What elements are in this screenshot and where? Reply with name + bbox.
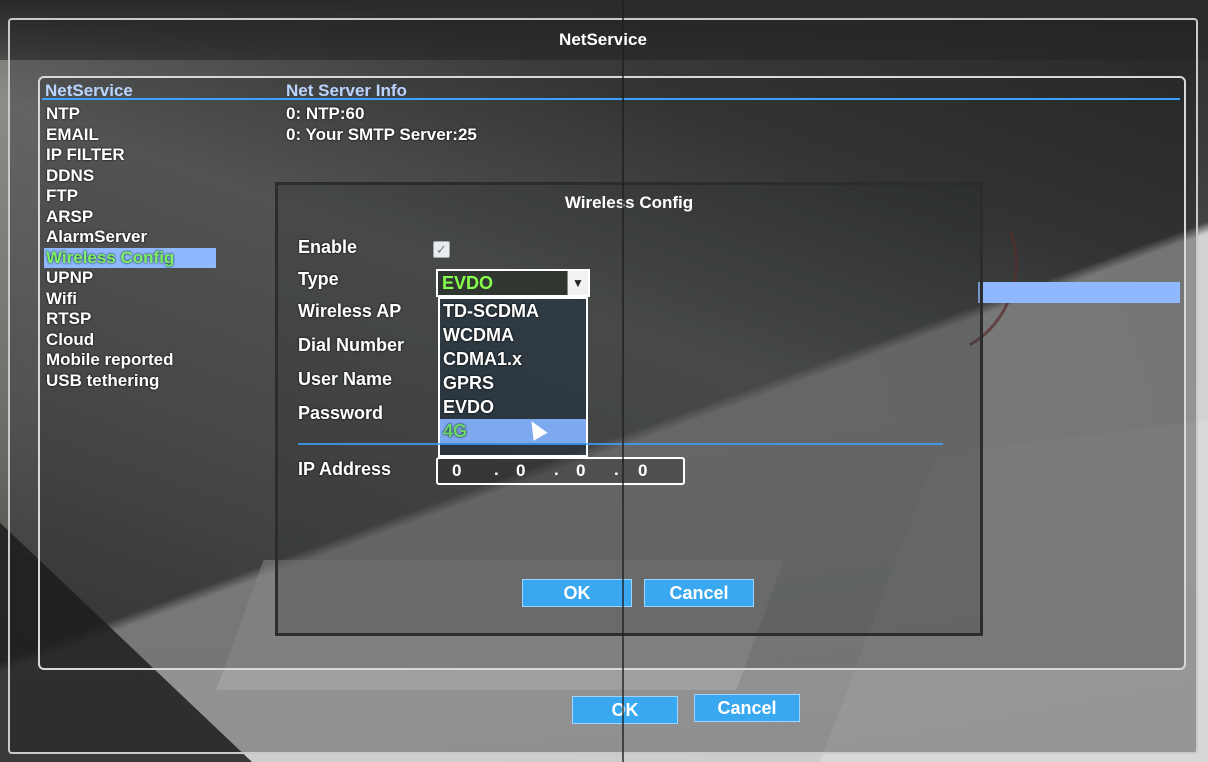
wireless-ap-label: Wireless AP bbox=[298, 301, 402, 321]
list-item-ddns[interactable]: DDNS bbox=[44, 166, 294, 187]
list-item-rtsp[interactable]: RTSP bbox=[44, 309, 294, 330]
type-option-cdma1x[interactable]: CDMA1.x bbox=[440, 347, 586, 371]
service-list: NTP EMAIL IP FILTER DDNS FTP ARSP AlarmS… bbox=[44, 104, 294, 391]
type-option-td-scdma[interactable]: TD-SCDMA bbox=[440, 299, 586, 323]
ip-address-label: IP Address bbox=[298, 459, 392, 479]
type-label: Type bbox=[298, 269, 339, 289]
list-item-arsp[interactable]: ARSP bbox=[44, 207, 294, 228]
ip-octet-1[interactable]: 0 bbox=[452, 461, 461, 481]
background-pole bbox=[622, 0, 624, 762]
ip-dot: . bbox=[614, 460, 619, 479]
list-item-usb-tethering[interactable]: USB tethering bbox=[44, 371, 294, 392]
server-info-email: 0: Your SMTP Server:25 bbox=[286, 125, 477, 144]
list-item-mobile-reported[interactable]: Mobile reported bbox=[44, 350, 294, 371]
selected-row-highlight bbox=[978, 282, 1180, 303]
ip-dot: . bbox=[554, 460, 559, 479]
ip-dot: . bbox=[494, 460, 499, 479]
ip-octet-3[interactable]: 0 bbox=[576, 461, 585, 481]
type-option-wcdma[interactable]: WCDMA bbox=[440, 323, 586, 347]
enable-checkbox[interactable]: ✓ bbox=[433, 241, 450, 258]
enable-label: Enable bbox=[298, 237, 358, 257]
cancel-button[interactable]: Cancel bbox=[694, 694, 800, 722]
dialog-title: Wireless Config bbox=[564, 193, 694, 212]
list-item-cloud[interactable]: Cloud bbox=[44, 330, 294, 351]
list-item-alarmserver[interactable]: AlarmServer bbox=[44, 227, 294, 248]
list-item-ntp[interactable]: NTP bbox=[44, 104, 294, 125]
list-item-ip-filter[interactable]: IP FILTER bbox=[44, 145, 294, 166]
netservice-window: NetService NetService Net Server Info NT… bbox=[8, 18, 1198, 754]
wireless-config-dialog: Wireless Config Enable ✓ Type EVDO ▼ Wir… bbox=[275, 182, 983, 636]
ip-octet-4[interactable]: 0 bbox=[638, 461, 647, 481]
chevron-down-icon[interactable]: ▼ bbox=[567, 271, 588, 295]
header-divider bbox=[42, 98, 1180, 100]
dialog-divider bbox=[298, 443, 943, 445]
type-option-evdo[interactable]: EVDO bbox=[440, 395, 586, 419]
list-item-email[interactable]: EMAIL bbox=[44, 125, 294, 146]
type-dropdown-list: TD-SCDMA WCDMA CDMA1.x GPRS EVDO 4G bbox=[438, 297, 588, 457]
dialog-ok-button[interactable]: OK bbox=[522, 579, 632, 607]
dial-number-label: Dial Number bbox=[298, 335, 405, 355]
list-item-ftp[interactable]: FTP bbox=[44, 186, 294, 207]
list-item-wifi[interactable]: Wifi bbox=[44, 289, 294, 310]
list-item-upnp[interactable]: UPNP bbox=[44, 268, 294, 289]
user-name-label: User Name bbox=[298, 369, 393, 389]
checkmark-icon: ✓ bbox=[436, 242, 447, 257]
type-option-4g[interactable]: 4G bbox=[440, 419, 586, 443]
password-label: Password bbox=[298, 403, 384, 423]
dialog-cancel-button[interactable]: Cancel bbox=[644, 579, 754, 607]
type-select-value: EVDO bbox=[442, 273, 494, 293]
ip-octet-2[interactable]: 0 bbox=[516, 461, 525, 481]
ip-address-input[interactable]: 0 . 0 . 0 . 0 bbox=[436, 457, 685, 485]
server-info-ntp: 0: NTP:60 bbox=[286, 104, 365, 123]
ok-button[interactable]: OK bbox=[572, 696, 678, 724]
list-item-wireless-config[interactable]: Wireless Config bbox=[44, 247, 216, 268]
type-select[interactable]: EVDO ▼ bbox=[436, 269, 590, 297]
window-title: NetService bbox=[559, 30, 647, 49]
type-option-gprs[interactable]: GPRS bbox=[440, 371, 586, 395]
